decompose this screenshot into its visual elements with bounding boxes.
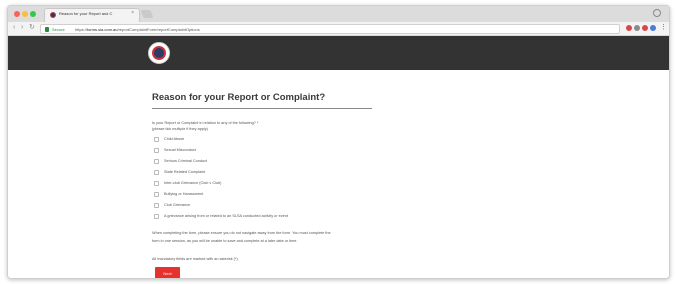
forward-icon[interactable]: › bbox=[21, 24, 23, 32]
option-checkbox[interactable] bbox=[154, 170, 159, 175]
new-tab-button[interactable] bbox=[140, 10, 154, 18]
maximize-window-icon[interactable] bbox=[30, 11, 36, 17]
profile-icon[interactable] bbox=[653, 9, 661, 17]
address-bar[interactable]: Secure https://forms.sla.com.au/reportCo… bbox=[40, 24, 620, 34]
option-label: Serious Criminal Conduct bbox=[164, 159, 208, 163]
option-label: Bullying or Harassment bbox=[164, 192, 204, 196]
form-page: Reason for your Report or Complaint? Is … bbox=[8, 70, 669, 278]
lock-icon bbox=[45, 27, 49, 32]
option-checkbox[interactable] bbox=[154, 159, 159, 164]
option-label: Sexual Misconduct bbox=[164, 148, 196, 152]
title-divider bbox=[152, 108, 372, 109]
option-checkbox[interactable] bbox=[154, 203, 159, 208]
url-text: https://forms.sla.com.au/reportComplaint… bbox=[75, 27, 200, 32]
option-label: State Related Complaint bbox=[164, 170, 206, 174]
url-scheme: https:// bbox=[75, 27, 88, 32]
option-checkbox[interactable] bbox=[154, 214, 159, 219]
page-title: Reason for your Report or Complaint? bbox=[152, 92, 326, 103]
option-label: Club Grievance bbox=[164, 203, 191, 207]
extension-icon[interactable] bbox=[626, 25, 632, 31]
tab-strip: Reason for your Report and C × bbox=[8, 6, 669, 22]
favicon-icon bbox=[50, 12, 56, 18]
tab-title: Reason for your Report and C bbox=[59, 11, 113, 16]
option-checkbox[interactable] bbox=[154, 137, 159, 142]
option-checkbox[interactable] bbox=[154, 192, 159, 197]
secure-label: Secure bbox=[52, 27, 65, 32]
browser-menu-icon[interactable]: ⋮ bbox=[660, 23, 667, 31]
url-path: /reportComplaintForm/reportComplaintOpti… bbox=[117, 27, 200, 32]
browser-tab[interactable]: Reason for your Report and C × bbox=[44, 8, 140, 22]
site-logo[interactable] bbox=[148, 42, 170, 64]
extension-icon[interactable] bbox=[634, 25, 640, 31]
next-button[interactable]: Next bbox=[155, 267, 180, 278]
session-notice: When completing the form, please ensure … bbox=[152, 230, 382, 245]
notice-line-1: When completing the form, please ensure … bbox=[152, 231, 331, 235]
logo-emblem bbox=[152, 46, 166, 60]
tab-close-icon[interactable]: × bbox=[131, 10, 134, 16]
question-line-2: (please tick multiple if they apply) bbox=[152, 127, 208, 131]
extension-icon[interactable] bbox=[650, 25, 656, 31]
site-header bbox=[8, 36, 669, 70]
mandatory-note: All mandatory fields are marked with an … bbox=[152, 257, 239, 261]
reload-icon[interactable]: ↻ bbox=[29, 24, 35, 32]
notice-line-2: form in one session, as you will be unab… bbox=[152, 238, 298, 243]
question-text: Is your Report or Complaint in relation … bbox=[152, 120, 258, 132]
option-checkbox[interactable] bbox=[154, 148, 159, 153]
option-label: Inter-club Grievance (Club v Club) bbox=[164, 181, 222, 185]
url-host: forms.sla.com.au bbox=[87, 27, 118, 32]
option-checkbox[interactable] bbox=[154, 181, 159, 186]
browser-toolbar: ‹ › ↻ Secure https://forms.sla.com.au/re… bbox=[8, 22, 669, 36]
option-label: A grievance arising from or related to a… bbox=[164, 214, 288, 218]
back-icon[interactable]: ‹ bbox=[13, 24, 15, 32]
browser-window: Reason for your Report and C × ‹ › ↻ Sec… bbox=[7, 5, 670, 279]
option-label: Child Abuse bbox=[164, 137, 185, 141]
minimize-window-icon[interactable] bbox=[22, 11, 28, 17]
close-window-icon[interactable] bbox=[14, 11, 20, 17]
extension-icon[interactable] bbox=[642, 25, 648, 31]
